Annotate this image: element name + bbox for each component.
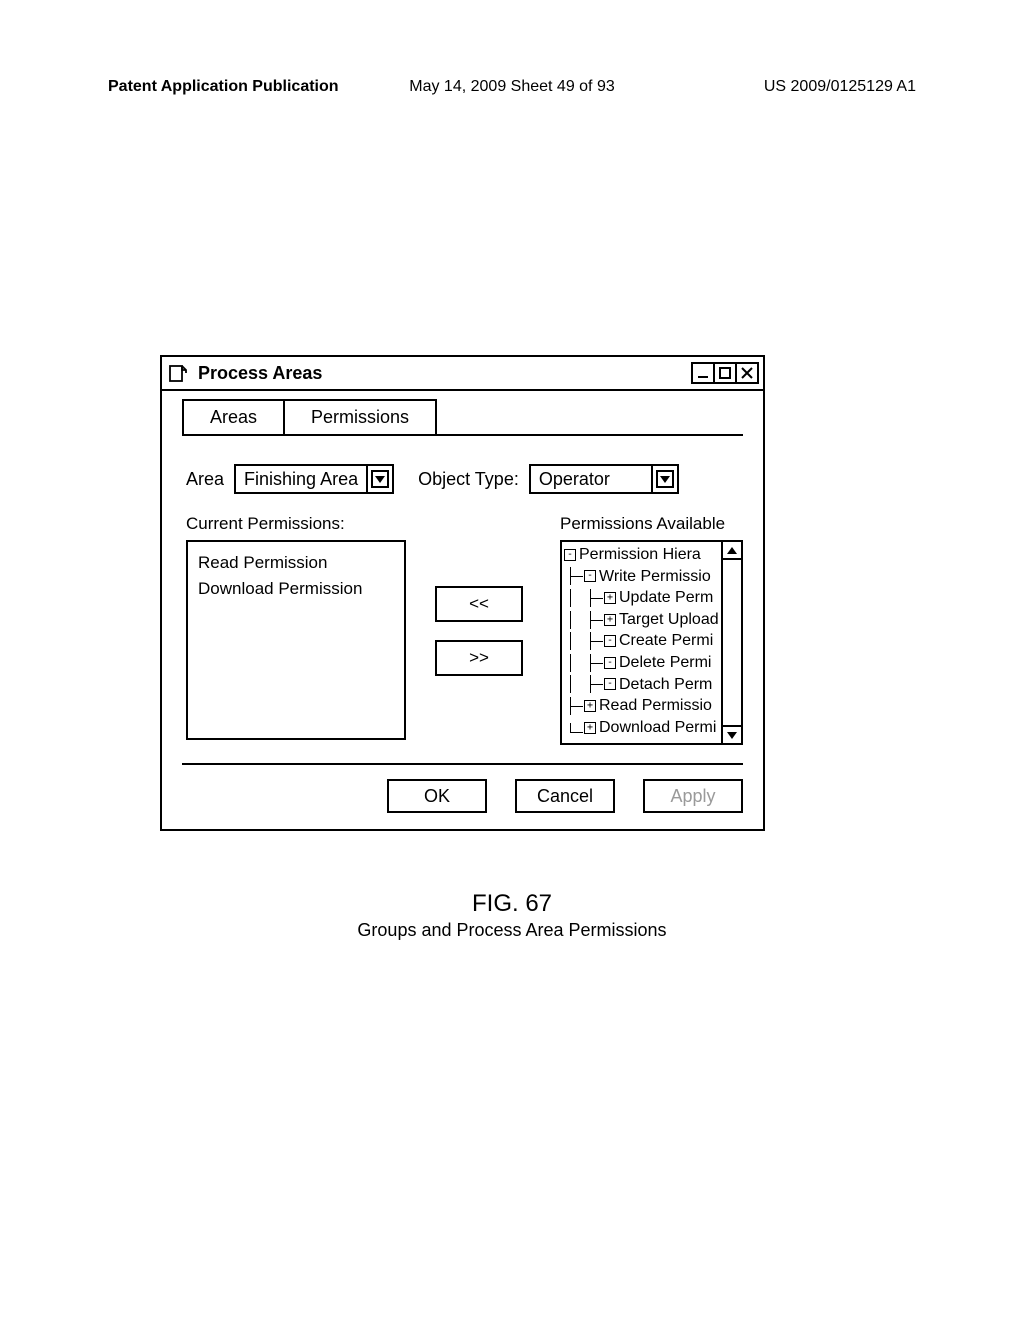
list-item[interactable]: Download Permission: [198, 576, 394, 602]
titlebar: Process Areas: [162, 357, 763, 391]
tree-node[interactable]: -Detach Perm: [564, 674, 739, 696]
window-title: Process Areas: [198, 363, 322, 384]
cancel-button[interactable]: Cancel: [515, 779, 615, 813]
chevron-down-icon: [660, 476, 670, 483]
object-type-value: Operator: [531, 466, 651, 492]
tree-node[interactable]: +Update Perm: [564, 587, 739, 609]
tree-node[interactable]: -Permission Hiera: [564, 544, 739, 566]
area-label: Area: [186, 469, 224, 490]
current-permissions-label: Current Permissions:: [186, 514, 406, 534]
chevron-up-icon: [727, 547, 737, 554]
tree-node[interactable]: -Create Permi: [564, 630, 739, 652]
header-left: Patent Application Publication: [108, 78, 339, 96]
permissions-available-label: Permissions Available: [560, 514, 743, 534]
list-item[interactable]: Read Permission: [198, 550, 394, 576]
ok-button[interactable]: OK: [387, 779, 487, 813]
close-button[interactable]: [735, 362, 759, 384]
tab-areas[interactable]: Areas: [182, 399, 285, 434]
window-controls: [691, 362, 759, 384]
dialog-body: Area Finishing Area Object Type: Operato…: [162, 436, 763, 763]
tree-node[interactable]: -Delete Permi: [564, 652, 739, 674]
header-mid: May 14, 2009 Sheet 49 of 93: [409, 78, 614, 96]
remove-permission-button[interactable]: >>: [435, 640, 523, 676]
area-combo-value: Finishing Area: [236, 466, 366, 492]
tab-permissions[interactable]: Permissions: [283, 399, 437, 434]
selector-row: Area Finishing Area Object Type: Operato…: [186, 464, 743, 494]
area-combo-button[interactable]: [366, 466, 392, 492]
maximize-button[interactable]: [713, 362, 737, 384]
tree-node[interactable]: +Download Permi: [564, 717, 739, 739]
permissions-tree[interactable]: -Permission Hiera -Write Permissio +Upda…: [560, 540, 743, 745]
tree-scrollbar[interactable]: [721, 542, 741, 743]
area-combo[interactable]: Finishing Area: [234, 464, 394, 494]
chevron-down-icon: [375, 476, 385, 483]
figure-number: FIG. 67: [0, 890, 1024, 918]
object-type-combo[interactable]: Operator: [529, 464, 679, 494]
header-right: US 2009/0125129 A1: [764, 78, 916, 96]
tree-node[interactable]: +Target Upload: [564, 609, 739, 631]
figure-caption: FIG. 67 Groups and Process Area Permissi…: [0, 890, 1024, 941]
page-header: Patent Application Publication May 14, 2…: [108, 78, 916, 96]
apply-button[interactable]: Apply: [643, 779, 743, 813]
app-icon: [168, 363, 188, 383]
process-areas-window: Process Areas Areas Permissions Area Fin…: [160, 355, 765, 831]
chevron-down-icon: [727, 732, 737, 739]
current-permissions-list[interactable]: Read Permission Download Permission: [186, 540, 406, 740]
tabs-row: Areas Permissions: [162, 391, 763, 434]
scroll-up-button[interactable]: [721, 540, 743, 560]
minimize-button[interactable]: [691, 362, 715, 384]
tree-node[interactable]: +Read Permissio: [564, 695, 739, 717]
scroll-down-button[interactable]: [721, 725, 743, 745]
tree-node[interactable]: -Write Permissio: [564, 566, 739, 588]
object-type-label: Object Type:: [418, 469, 519, 490]
object-type-combo-button[interactable]: [651, 466, 677, 492]
figure-title: Groups and Process Area Permissions: [0, 920, 1024, 941]
dialog-footer: OK Cancel Apply: [182, 763, 743, 829]
add-permission-button[interactable]: <<: [435, 586, 523, 622]
